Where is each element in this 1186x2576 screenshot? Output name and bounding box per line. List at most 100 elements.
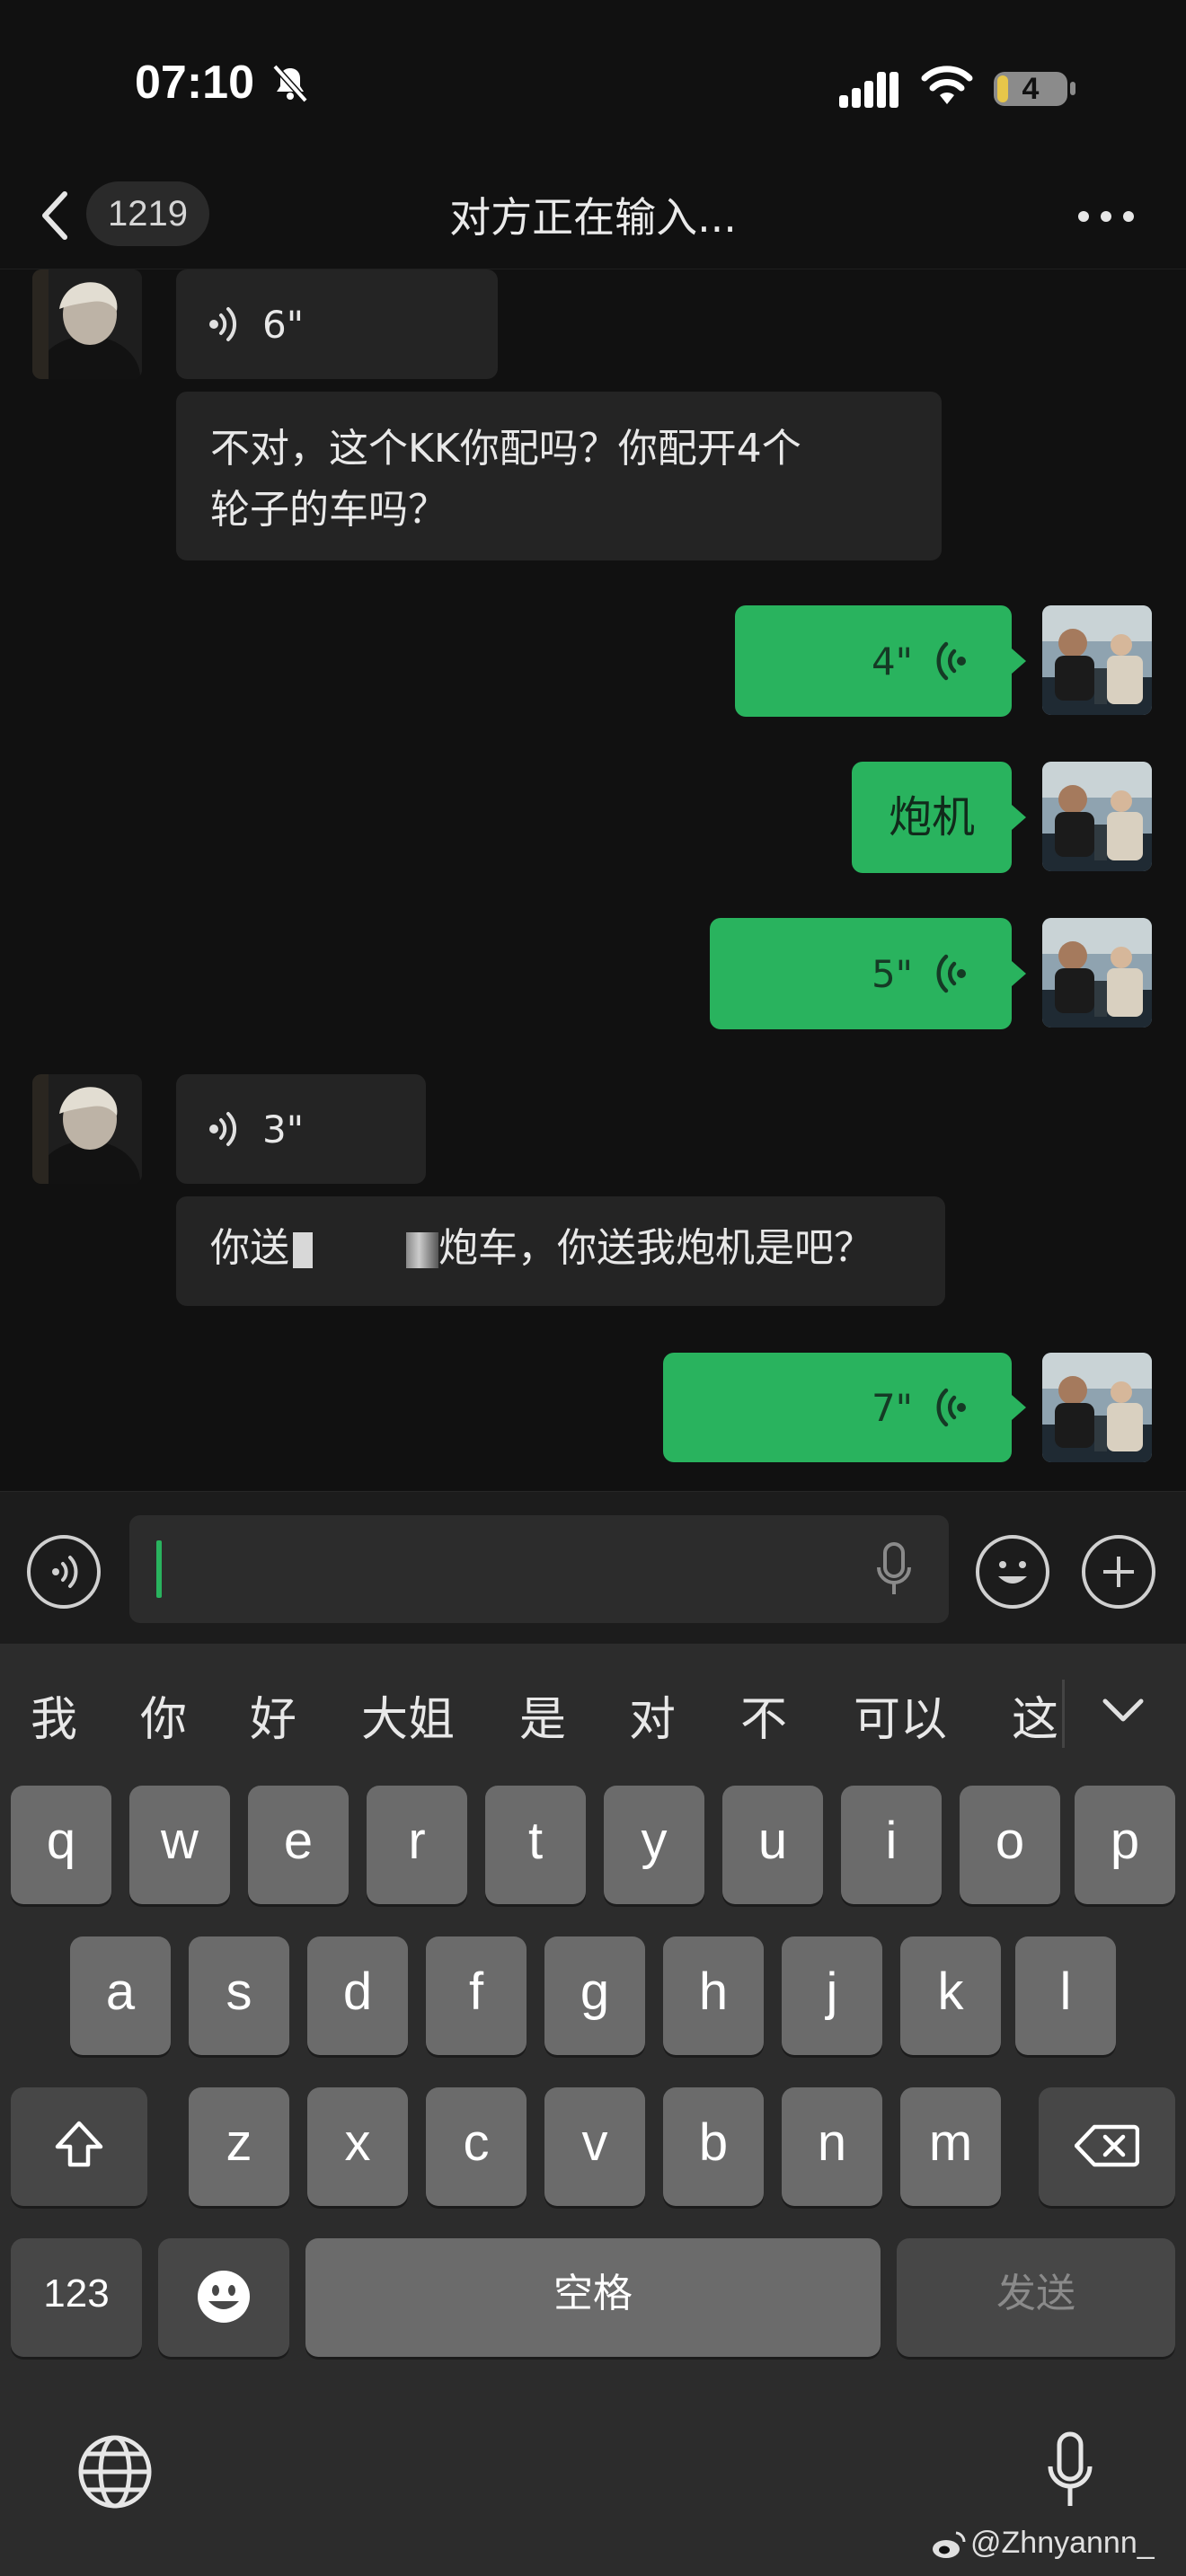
key-n[interactable]: n	[782, 2087, 882, 2206]
message-text-prefix: 你送	[210, 1225, 289, 1271]
battery-icon: 4	[992, 68, 1078, 108]
my-avatar[interactable]	[1042, 918, 1152, 1028]
send-key[interactable]: 发送	[897, 2238, 1175, 2357]
key-x[interactable]: x	[307, 2087, 408, 2206]
redacted-blur	[406, 1232, 438, 1268]
voice-message-outgoing[interactable]: 7"	[663, 1353, 1012, 1462]
emoji-icon[interactable]	[976, 1535, 1049, 1609]
mic-icon[interactable]	[873, 1540, 915, 1598]
signal-icon	[839, 72, 898, 108]
voice-message-outgoing[interactable]: 5"	[710, 918, 1012, 1029]
key-w[interactable]: w	[129, 1786, 230, 1904]
candidate-divider	[1062, 1680, 1065, 1748]
backspace-key[interactable]	[1039, 2087, 1175, 2206]
collapse-chevron-icon[interactable]	[1098, 1689, 1148, 1732]
plus-icon[interactable]	[1082, 1535, 1155, 1609]
key-m[interactable]: m	[900, 2087, 1001, 2206]
candidate-word[interactable]: 对	[629, 1681, 676, 1749]
weibo-logo-icon	[933, 2531, 966, 2559]
text-message-incoming[interactable]: 你送 炮车，你送我炮机是吧？	[176, 1196, 945, 1306]
voice-wave-icon	[209, 1112, 237, 1146]
message-list[interactable]: 6" 不对，这个KK你配吗？你配开4个 轮子的车吗？ 4" 炮机 5" 3" 你…	[0, 269, 1186, 1491]
voice-duration: 7"	[871, 1385, 913, 1430]
candidate-word[interactable]: 不	[740, 1681, 787, 1749]
bell-slash-icon	[272, 64, 308, 103]
message-line: 轮子的车吗？	[210, 487, 447, 533]
key-v[interactable]: v	[544, 2087, 645, 2206]
numbers-key[interactable]: 123	[11, 2238, 142, 2357]
voice-duration: 3"	[262, 1107, 305, 1151]
voice-wave-icon	[936, 954, 966, 993]
bubble-tail	[1012, 961, 1026, 986]
redacted-gap	[316, 1232, 406, 1268]
candidate-word[interactable]: 大姐	[361, 1681, 455, 1749]
shift-key[interactable]	[11, 2087, 147, 2206]
more-icon[interactable]	[1075, 194, 1137, 239]
key-c[interactable]: c	[426, 2087, 527, 2206]
wechat-chat-screen: 07:10 4 1219 对方正在输入... 6" 不对，这个KK你配吗？你配开…	[0, 0, 1186, 2576]
key-y[interactable]: y	[604, 1786, 704, 1904]
voice-message-incoming[interactable]: 3"	[176, 1074, 426, 1184]
space-key[interactable]: 空格	[305, 2238, 881, 2357]
message-line: 不对，这个KK你配吗？你配开4个	[210, 426, 801, 472]
key-d[interactable]: d	[307, 1936, 408, 2055]
contact-avatar[interactable]	[32, 269, 142, 379]
text-message-outgoing[interactable]: 炮机	[852, 762, 1012, 873]
candidate-word[interactable]: 你	[140, 1681, 187, 1749]
watermark: @Zhnyannn_	[931, 2526, 1155, 2561]
globe-icon[interactable]	[77, 2434, 153, 2510]
chat-header: 1219 对方正在输入...	[0, 162, 1186, 269]
battery-level: 4	[1022, 72, 1040, 106]
candidate-bar: 我 你 好 大姐 是 对 不 可以 这	[0, 1644, 1186, 1778]
key-o[interactable]: o	[960, 1786, 1060, 1904]
key-z[interactable]: z	[189, 2087, 289, 2206]
chat-title: 对方正在输入...	[449, 193, 737, 242]
key-g[interactable]: g	[544, 1936, 645, 2055]
my-avatar[interactable]	[1042, 605, 1152, 715]
key-s[interactable]: s	[189, 1936, 289, 2055]
wifi-icon	[921, 66, 973, 104]
candidate-word[interactable]: 好	[250, 1681, 296, 1749]
message-input[interactable]	[129, 1515, 949, 1623]
voice-wave-icon	[209, 307, 237, 341]
voice-wave-icon	[936, 641, 966, 681]
text-cursor	[156, 1540, 162, 1598]
candidate-word[interactable]: 是	[519, 1681, 566, 1749]
key-k[interactable]: k	[900, 1936, 1001, 2055]
my-avatar[interactable]	[1042, 762, 1152, 871]
key-b[interactable]: b	[663, 2087, 764, 2206]
key-q[interactable]: q	[11, 1786, 111, 1904]
candidate-word[interactable]: 我	[31, 1681, 77, 1749]
key-t[interactable]: t	[485, 1786, 586, 1904]
key-e[interactable]: e	[248, 1786, 349, 1904]
text-message-incoming[interactable]: 不对，这个KK你配吗？你配开4个 轮子的车吗？	[176, 392, 942, 560]
key-p[interactable]: p	[1075, 1786, 1175, 1904]
dictation-mic-icon[interactable]	[1046, 2430, 1094, 2511]
voice-mode-icon[interactable]	[27, 1535, 101, 1609]
bubble-tail	[1012, 805, 1026, 830]
watermark-text: @Zhnyannn_	[970, 2526, 1155, 2560]
keyboard: 我 你 好 大姐 是 对 不 可以 这 q w e r t y u i o p …	[0, 1644, 1186, 2576]
contact-avatar[interactable]	[32, 1074, 142, 1184]
key-u[interactable]: u	[722, 1786, 823, 1904]
key-a[interactable]: a	[70, 1936, 171, 2055]
key-f[interactable]: f	[426, 1936, 527, 2055]
key-r[interactable]: r	[367, 1786, 467, 1904]
emoji-key-icon	[198, 2271, 250, 2323]
emoji-key[interactable]	[158, 2238, 289, 2357]
candidate-word[interactable]: 可以	[854, 1681, 947, 1749]
key-h[interactable]: h	[663, 1936, 764, 2055]
my-avatar[interactable]	[1042, 1353, 1152, 1462]
key-i[interactable]: i	[841, 1786, 942, 1904]
voice-message-outgoing[interactable]: 4"	[735, 605, 1012, 717]
bubble-tail	[1012, 648, 1026, 674]
candidate-word[interactable]: 这	[1012, 1681, 1058, 1749]
bubble-tail	[1012, 1395, 1026, 1420]
voice-duration: 4"	[871, 639, 913, 684]
key-l[interactable]: l	[1015, 1936, 1116, 2055]
voice-message-incoming[interactable]: 6"	[176, 269, 498, 379]
voice-wave-icon	[936, 1388, 966, 1427]
redacted-blur	[293, 1232, 313, 1268]
key-j[interactable]: j	[782, 1936, 882, 2055]
input-bar	[0, 1491, 1186, 1644]
